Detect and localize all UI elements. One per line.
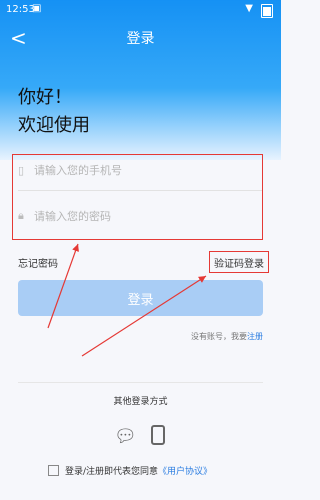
page-title: 登录 bbox=[126, 31, 155, 47]
welcome-line1: 你好！ bbox=[18, 87, 72, 108]
register-text: 没有账号，我要 bbox=[191, 332, 247, 341]
phone-login-icon[interactable] bbox=[151, 425, 165, 445]
other-login-title: 其他登录方式 bbox=[113, 397, 168, 407]
sms-login-link[interactable]: 验证码登录 bbox=[209, 251, 269, 273]
battery-icon bbox=[261, 4, 273, 18]
agreement-text: 登录/注册即代表您同意 bbox=[65, 467, 159, 477]
annotation-box-inputs bbox=[12, 154, 263, 240]
wifi-icon: ▼ bbox=[245, 3, 253, 14]
notification-icon: ▣ bbox=[32, 3, 42, 14]
user-agreement-link[interactable]: 《用户协议》 bbox=[158, 464, 212, 477]
agreement-checkbox[interactable] bbox=[48, 465, 59, 476]
status-time: 12:53 bbox=[6, 4, 35, 15]
status-bar: 12:53 ▣ ▼ bbox=[0, 0, 281, 20]
login-button[interactable]: 登录 bbox=[18, 280, 263, 316]
divider bbox=[18, 382, 263, 383]
top-bar: < 登录 bbox=[0, 20, 281, 56]
wechat-login-icon[interactable]: 💬︎ bbox=[114, 427, 140, 447]
register-row: 没有账号，我要注册 bbox=[191, 331, 263, 342]
register-link[interactable]: 注册 bbox=[247, 332, 263, 341]
forgot-password-link[interactable]: 忘记密码 bbox=[18, 255, 58, 270]
welcome-text: 你好！ 欢迎使用 bbox=[18, 84, 90, 140]
agreement-row: 登录/注册即代表您同意 《用户协议》 bbox=[48, 464, 212, 477]
welcome-line2: 欢迎使用 bbox=[18, 115, 90, 136]
